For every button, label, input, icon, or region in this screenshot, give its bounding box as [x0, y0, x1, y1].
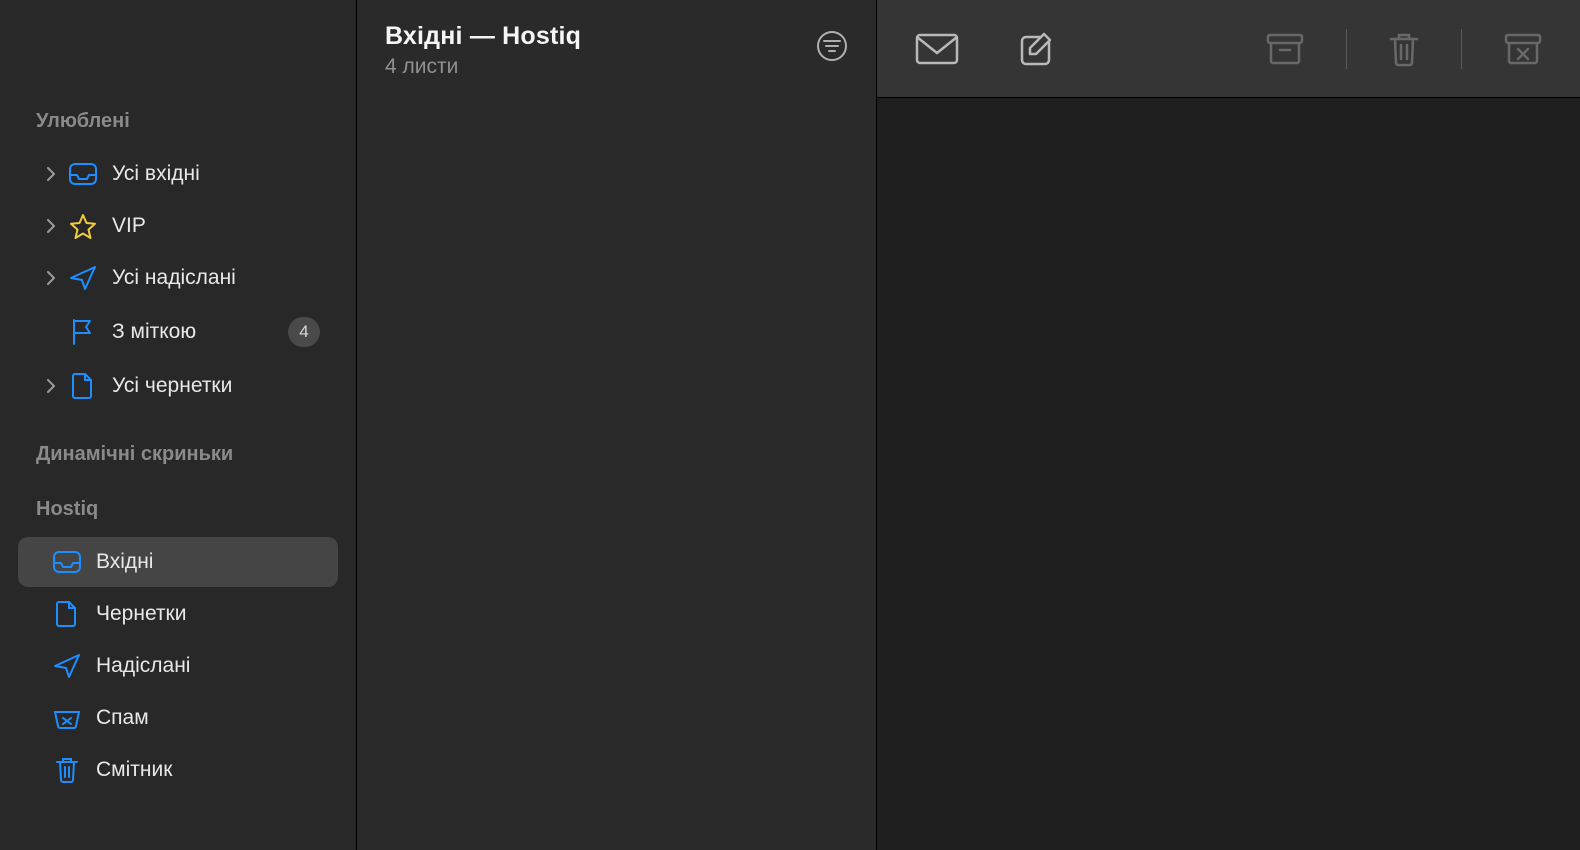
junk-button[interactable]: [1504, 33, 1542, 65]
sidebar-item-label: Смітник: [96, 758, 320, 782]
sidebar-item-all-drafts[interactable]: Усі чернетки: [18, 361, 338, 411]
sidebar-item-vip[interactable]: VIP: [18, 201, 338, 251]
sidebar-item-label: Вхідні: [96, 550, 320, 574]
message-list-pane: Вхідні — Hostiq 4 листи: [357, 0, 877, 850]
trash-icon: [52, 757, 82, 783]
sidebar-item-label: З міткою: [112, 320, 288, 344]
sidebar-item-label: Спам: [96, 706, 320, 730]
sidebar-item-spam[interactable]: Спам: [18, 693, 338, 743]
document-icon: [52, 601, 82, 627]
sent-icon: [52, 653, 82, 679]
filter-button[interactable]: [816, 30, 848, 62]
chevron-right-icon[interactable]: [42, 271, 60, 285]
message-list-header: Вхідні — Hostiq 4 листи: [357, 0, 876, 97]
sidebar-item-label: Усі чернетки: [112, 374, 320, 398]
reading-pane-content: [877, 98, 1580, 850]
sidebar-item-label: Чернетки: [96, 602, 320, 626]
sidebar-item-all-inboxes[interactable]: Усі вхідні: [18, 149, 338, 199]
message-list-title: Вхідні — Hostiq: [385, 22, 581, 51]
reading-pane: [877, 0, 1580, 850]
document-icon: [68, 373, 98, 399]
toolbar-divider: [1346, 29, 1347, 69]
chevron-right-icon[interactable]: [42, 379, 60, 393]
sidebar-item-inbox[interactable]: Вхідні: [18, 537, 338, 587]
sidebar-item-sent[interactable]: Надіслані: [18, 641, 338, 691]
sidebar: Улюблені Усі вхідні VIP Усі надіслані: [0, 0, 357, 850]
sidebar-item-label: Усі надіслані: [112, 266, 320, 290]
sent-icon: [68, 265, 98, 291]
inbox-icon: [68, 161, 98, 187]
delete-button[interactable]: [1389, 31, 1419, 67]
spam-icon: [52, 705, 82, 731]
archive-button[interactable]: [1266, 33, 1304, 65]
sidebar-item-all-sent[interactable]: Усі надіслані: [18, 253, 338, 303]
favorites-section-header: Улюблені: [0, 100, 356, 143]
sidebar-item-trash[interactable]: Смітник: [18, 745, 338, 795]
star-icon: [68, 213, 98, 239]
toolbar-divider: [1461, 29, 1462, 69]
sidebar-item-label: Надіслані: [96, 654, 320, 678]
dynamic-mailboxes-section-header: Динамічні скриньки: [0, 433, 356, 476]
get-mail-button[interactable]: [915, 33, 959, 65]
message-list-count: 4 листи: [385, 55, 581, 79]
sidebar-item-drafts[interactable]: Чернетки: [18, 589, 338, 639]
compose-button[interactable]: [1019, 31, 1055, 67]
sidebar-item-flagged[interactable]: З міткою 4: [18, 305, 338, 359]
sidebar-item-label: VIP: [112, 214, 320, 238]
count-badge: 4: [288, 317, 320, 347]
sidebar-item-label: Усі вхідні: [112, 162, 320, 186]
inbox-icon: [52, 549, 82, 575]
chevron-right-icon[interactable]: [42, 167, 60, 181]
toolbar: [877, 0, 1580, 98]
flag-icon: [68, 319, 98, 345]
account-section-header: Hostiq: [0, 488, 356, 531]
chevron-right-icon[interactable]: [42, 219, 60, 233]
